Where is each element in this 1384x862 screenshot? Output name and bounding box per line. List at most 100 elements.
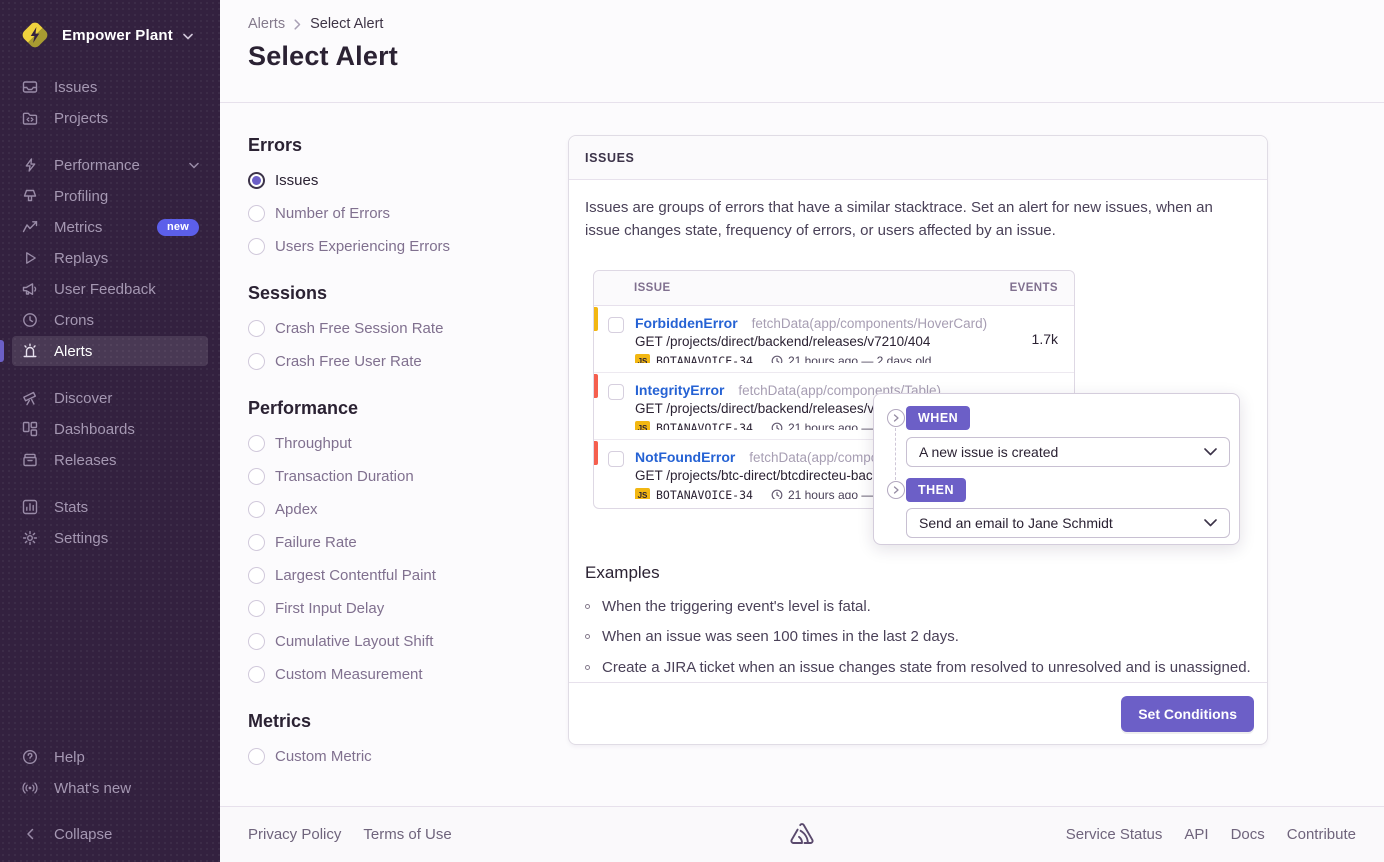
org-switcher[interactable]: Empower Plant <box>12 14 208 66</box>
examples-title: Examples <box>585 563 1251 583</box>
radio-button[interactable] <box>248 600 265 617</box>
alerts-icon <box>21 343 39 360</box>
radio-button[interactable] <box>248 320 265 337</box>
radio-button[interactable] <box>248 468 265 485</box>
metrics-icon <box>21 219 39 236</box>
chevron-right-circle-icon <box>887 409 905 427</box>
chevron-left-icon <box>21 826 39 843</box>
bullet-icon <box>585 604 590 609</box>
sidebar-item-profiling[interactable]: Profiling <box>12 181 208 211</box>
page-header: Alerts Select Alert Select Alert <box>220 0 1384 103</box>
table-row[interactable]: ForbiddenError fetchData(app/components/… <box>594 306 1074 373</box>
radio-custom-metric[interactable]: Custom Metric <box>248 745 568 767</box>
service-status-link[interactable]: Service Status <box>1066 826 1163 843</box>
bullet-icon <box>585 665 590 670</box>
radio-button[interactable] <box>248 534 265 551</box>
discover-icon <box>21 390 39 407</box>
radio-apdex[interactable]: Apdex <box>248 498 568 520</box>
replays-icon <box>21 250 39 267</box>
sidebar-item-help[interactable]: Help <box>12 742 208 772</box>
privacy-policy-link[interactable]: Privacy Policy <box>248 826 341 843</box>
docs-link[interactable]: Docs <box>1231 826 1265 843</box>
sidebar-item-releases[interactable]: Releases <box>12 445 208 475</box>
bullet-icon <box>585 634 590 639</box>
releases-icon <box>21 452 39 469</box>
row-checkbox[interactable] <box>608 317 624 333</box>
radio-issues[interactable]: Issues <box>248 169 568 191</box>
stats-icon <box>21 499 39 516</box>
events-count: 1.7k <box>1000 331 1058 347</box>
radio-first-input-delay[interactable]: First Input Delay <box>248 597 568 619</box>
alert-rule-popup: WHEN A new issue is created THEN Send an… <box>873 393 1240 545</box>
sidebar-item-whats-new[interactable]: What's new <box>12 773 208 803</box>
panel-header: ISSUES <box>569 136 1267 180</box>
radio-button[interactable] <box>248 172 265 189</box>
sidebar-item-replays[interactable]: Replays <box>12 243 208 273</box>
radio-failure-rate[interactable]: Failure Rate <box>248 531 568 553</box>
sidebar-item-crons[interactable]: Crons <box>12 305 208 335</box>
breadcrumb: Alerts Select Alert <box>248 16 1384 32</box>
example-item: When the triggering event's level is fat… <box>585 596 1251 618</box>
nav-group-main: Issues Projects <box>12 72 208 134</box>
then-action-select[interactable]: Send an email to Jane Schmidt <box>906 508 1230 538</box>
sidebar: Empower Plant Issues Projects Performanc… <box>0 0 220 862</box>
radio-button[interactable] <box>248 666 265 683</box>
section-title: Sessions <box>248 283 568 304</box>
radio-button[interactable] <box>248 567 265 584</box>
alert-type-options: Errors Issues Number of Errors Users Exp… <box>248 135 568 806</box>
broadcast-icon <box>21 780 39 797</box>
issue-title-link[interactable]: NotFoundError <box>635 449 735 465</box>
panel-footer: Set Conditions <box>569 682 1267 744</box>
sidebar-item-projects[interactable]: Projects <box>12 103 208 133</box>
when-condition-select[interactable]: A new issue is created <box>906 437 1230 467</box>
radio-cumulative-layout-shift[interactable]: Cumulative Layout Shift <box>248 630 568 652</box>
column-issue: ISSUE <box>634 282 671 294</box>
radio-custom-measurement[interactable]: Custom Measurement <box>248 663 568 685</box>
contribute-link[interactable]: Contribute <box>1287 826 1356 843</box>
section-title: Errors <box>248 135 568 156</box>
sidebar-item-issues[interactable]: Issues <box>12 72 208 102</box>
user-feedback-icon <box>21 281 39 298</box>
level-bar <box>594 441 598 465</box>
sidebar-item-performance[interactable]: Performance <box>12 150 208 180</box>
section-errors: Errors Issues Number of Errors Users Exp… <box>248 135 568 257</box>
row-checkbox[interactable] <box>608 384 624 400</box>
new-badge: new <box>157 219 199 236</box>
sidebar-item-settings[interactable]: Settings <box>12 523 208 553</box>
radio-button[interactable] <box>248 501 265 518</box>
row-checkbox[interactable] <box>608 451 624 467</box>
breadcrumb-alerts[interactable]: Alerts <box>248 16 285 32</box>
sidebar-collapse-button[interactable]: Collapse <box>12 819 208 849</box>
footer-right-links: Service Status API Docs Contribute <box>1066 826 1356 843</box>
set-conditions-button[interactable]: Set Conditions <box>1121 696 1254 732</box>
radio-crash-free-session-rate[interactable]: Crash Free Session Rate <box>248 317 568 339</box>
performance-icon <box>21 157 39 174</box>
radio-button[interactable] <box>248 205 265 222</box>
radio-largest-contentful-paint[interactable]: Largest Contentful Paint <box>248 564 568 586</box>
issue-title-link[interactable]: IntegrityError <box>635 382 724 398</box>
sidebar-item-user-feedback[interactable]: User Feedback <box>12 274 208 304</box>
example-item: Create a JIRA ticket when an issue chang… <box>585 657 1251 679</box>
sidebar-item-metrics[interactable]: Metrics new <box>12 212 208 242</box>
example-item: When an issue was seen 100 times in the … <box>585 626 1251 648</box>
issue-title-link[interactable]: ForbiddenError <box>635 315 738 331</box>
radio-button[interactable] <box>248 238 265 255</box>
radio-crash-free-user-rate[interactable]: Crash Free User Rate <box>248 350 568 372</box>
radio-throughput[interactable]: Throughput <box>248 432 568 454</box>
nav-group-explore: Discover Dashboards Releases <box>12 383 208 476</box>
profiling-icon <box>21 188 39 205</box>
sidebar-item-stats[interactable]: Stats <box>12 492 208 522</box>
sidebar-item-alerts[interactable]: Alerts <box>12 336 208 366</box>
radio-button[interactable] <box>248 435 265 452</box>
radio-users-experiencing-errors[interactable]: Users Experiencing Errors <box>248 235 568 257</box>
radio-button[interactable] <box>248 353 265 370</box>
radio-button[interactable] <box>248 748 265 765</box>
radio-button[interactable] <box>248 633 265 650</box>
radio-transaction-duration[interactable]: Transaction Duration <box>248 465 568 487</box>
terms-of-use-link[interactable]: Terms of Use <box>363 826 451 843</box>
radio-number-of-errors[interactable]: Number of Errors <box>248 202 568 224</box>
crons-icon <box>21 312 39 329</box>
api-link[interactable]: API <box>1184 826 1208 843</box>
sidebar-item-discover[interactable]: Discover <box>12 383 208 413</box>
sidebar-item-dashboards[interactable]: Dashboards <box>12 414 208 444</box>
